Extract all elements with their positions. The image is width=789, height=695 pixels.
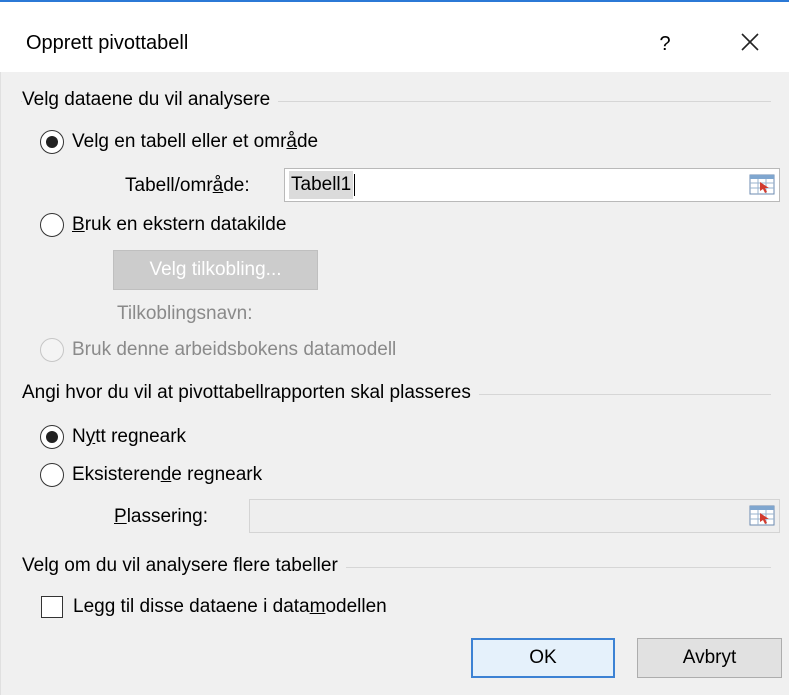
ok-button[interactable]: OK	[471, 638, 615, 678]
checkbox-indicator	[41, 596, 63, 618]
radio-external-source[interactable]: Bruk en ekstern datakilde	[40, 213, 286, 237]
radio-external-source-label: Bruk en ekstern datakilde	[72, 214, 287, 235]
table-range-selected-text: Tabell1	[289, 171, 354, 199]
radio-table-or-range[interactable]: Velg en tabell eller et område	[40, 130, 318, 154]
range-selector-icon	[749, 505, 775, 526]
choose-connection-button[interactable]: Velg tilkobling...	[113, 250, 318, 290]
radio-unselected-indicator	[40, 213, 64, 237]
checkbox-add-to-data-model-label: Legg til disse dataene i datamodellen	[73, 596, 387, 617]
text-caret	[354, 174, 356, 196]
radio-disabled-indicator	[40, 338, 64, 362]
close-icon	[741, 33, 759, 51]
radio-data-model-label: Bruk denne arbeidsbokens datamodell	[72, 339, 397, 360]
location-label: Plassering:	[114, 506, 209, 527]
collapse-dialog-button[interactable]	[749, 504, 777, 528]
data-source-heading: Velg dataene du vil analysere	[22, 89, 279, 111]
range-selector-icon	[749, 174, 775, 195]
table-range-label: Tabell/område:	[125, 175, 250, 196]
cancel-button[interactable]: Avbryt	[637, 638, 782, 678]
location-heading: Angi hvor du vil at pivottabellrapporten…	[22, 382, 479, 404]
connection-name-label: Tilkoblingsnavn:	[117, 303, 253, 324]
close-button[interactable]	[730, 24, 770, 64]
checkbox-add-to-data-model[interactable]: Legg til disse dataene i datamodellen	[41, 596, 387, 618]
collapse-dialog-button[interactable]	[749, 173, 777, 197]
radio-selected-indicator	[40, 425, 64, 449]
radio-existing-worksheet[interactable]: Eksisterende regneark	[40, 463, 262, 487]
location-input[interactable]	[249, 499, 780, 533]
table-range-input[interactable]: Tabell1	[284, 168, 780, 202]
radio-new-worksheet-label: Nytt regneark	[72, 426, 187, 447]
radio-table-or-range-label: Velg en tabell eller et område	[72, 131, 319, 152]
dialog-body: Velg dataene du vil analysere Velg en ta…	[0, 72, 789, 695]
radio-existing-worksheet-label: Eksisterende regneark	[72, 464, 263, 485]
help-button[interactable]: ?	[650, 24, 680, 64]
radio-unselected-indicator	[40, 463, 64, 487]
multiple-tables-heading: Velg om du vil analysere flere tabeller	[22, 555, 346, 577]
radio-new-worksheet[interactable]: Nytt regneark	[40, 425, 186, 449]
dialog-titlebar: Opprett pivottabell ?	[0, 2, 789, 72]
dialog-title: Opprett pivottabell	[26, 32, 189, 54]
radio-data-model[interactable]: Bruk denne arbeidsbokens datamodell	[40, 338, 396, 362]
radio-selected-indicator	[40, 130, 64, 154]
